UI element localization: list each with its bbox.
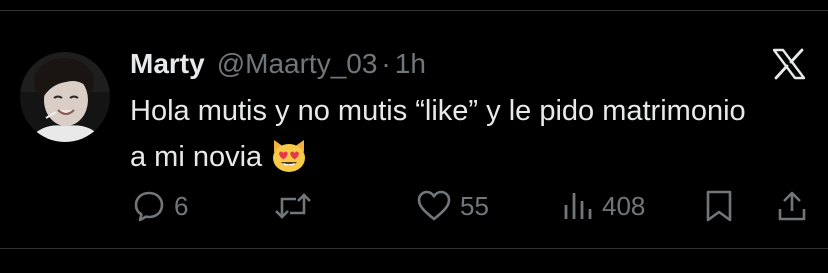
- views-count: 408: [602, 190, 646, 221]
- top-divider: [0, 10, 828, 11]
- timestamp[interactable]: 1h: [395, 48, 426, 80]
- like-count: 55: [460, 190, 489, 221]
- share-button[interactable]: [776, 186, 808, 226]
- avatar[interactable]: [20, 52, 110, 142]
- views-button[interactable]: 408: [562, 186, 645, 226]
- tweet-header: Marty @Maarty_03 · 1h: [130, 44, 426, 84]
- author-handle[interactable]: @Maarty_03: [217, 48, 378, 80]
- bottom-divider: [0, 248, 828, 249]
- reply-button[interactable]: 6: [132, 186, 188, 226]
- views-icon: [562, 189, 594, 223]
- heart-icon: [416, 189, 452, 223]
- tweet-body: Hola mutis y no mutis “like” y le pido m…: [130, 95, 746, 173]
- repost-button[interactable]: [274, 186, 320, 226]
- like-button[interactable]: 55: [416, 186, 489, 226]
- author-name[interactable]: Marty: [130, 48, 205, 80]
- smiling-cat-heart-eyes-emoji: [270, 138, 308, 188]
- reply-icon: [132, 189, 166, 223]
- reply-count: 6: [174, 190, 189, 221]
- repost-icon: [274, 189, 312, 223]
- bookmark-button[interactable]: [704, 186, 734, 226]
- tweet-text: Hola mutis y no mutis “like” y le pido m…: [130, 88, 750, 188]
- x-logo-icon[interactable]: [772, 48, 806, 80]
- bookmark-icon: [704, 189, 734, 223]
- share-icon: [776, 189, 808, 223]
- separator-dot: ·: [381, 48, 391, 79]
